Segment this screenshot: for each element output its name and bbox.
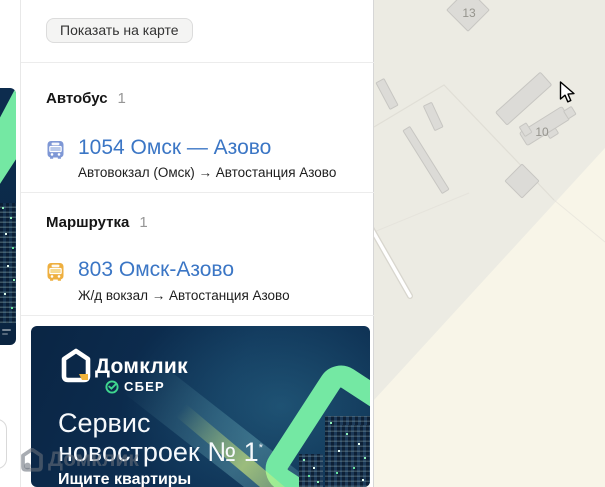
- ad-headline-line1: Сервис: [58, 408, 151, 438]
- sber-brand-row: СБЕР: [105, 379, 165, 394]
- map-canvas[interactable]: 13 10: [374, 0, 605, 487]
- section-header-bus: Автобус 1: [46, 90, 126, 107]
- adjacent-button-edge[interactable]: [0, 419, 7, 469]
- domclick-house-logo-icon: [61, 348, 91, 383]
- section-count: 1: [117, 90, 126, 107]
- ad-cta-text: Ищите квартиры: [58, 471, 192, 487]
- building-label-13: 13: [462, 6, 476, 20]
- section-count: 1: [139, 214, 148, 231]
- industrial-zone-polygon: [374, 0, 605, 400]
- route-endpoints: Автовокзал (Омск) → Автостанция Азово: [78, 165, 337, 180]
- section-divider: [21, 315, 374, 316]
- ad-building: [342, 425, 370, 487]
- route-link-1054[interactable]: 1054 Омск — Азово: [78, 136, 271, 160]
- sber-logo-icon: [105, 379, 119, 394]
- show-on-map-button[interactable]: Показать на карте: [46, 18, 193, 43]
- bus-icon: [47, 141, 64, 159]
- ad-building: [299, 454, 323, 487]
- domclick-brand-name: Домклик: [95, 355, 188, 378]
- previous-ad-card-edge[interactable]: [0, 88, 16, 345]
- domclick-ad-banner[interactable]: Домклик СБЕР Сервис новостроек № 1* Ищит…: [31, 326, 370, 487]
- route-endpoints: Ж/д вокзал → Автостанция Азово: [78, 288, 290, 303]
- route-link-803[interactable]: 803 Омск-Азово: [78, 258, 234, 282]
- section-label: Маршрутка: [46, 214, 130, 231]
- sber-brand-name: СБЕР: [124, 379, 165, 394]
- minibus-icon: [47, 263, 64, 281]
- ad-headline-line2: новостроек № 1*: [58, 437, 263, 467]
- section-divider: [21, 62, 374, 63]
- section-header-minibus: Маршрутка 1: [46, 214, 148, 231]
- search-results-panel: Показать на карте Автобус 1 1054 Омск — А…: [21, 0, 374, 487]
- buildings-texture: [0, 203, 16, 323]
- disclaimer-fragment: [2, 333, 8, 335]
- transit-search-results-screen: Показать на карте Автобус 1 1054 Омск — А…: [0, 0, 605, 487]
- footnote-mark: *: [258, 442, 263, 454]
- section-divider: [21, 192, 374, 193]
- building-label-10: 10: [535, 125, 549, 139]
- section-label: Автобус: [46, 90, 108, 107]
- disclaimer-fragment: [2, 329, 11, 331]
